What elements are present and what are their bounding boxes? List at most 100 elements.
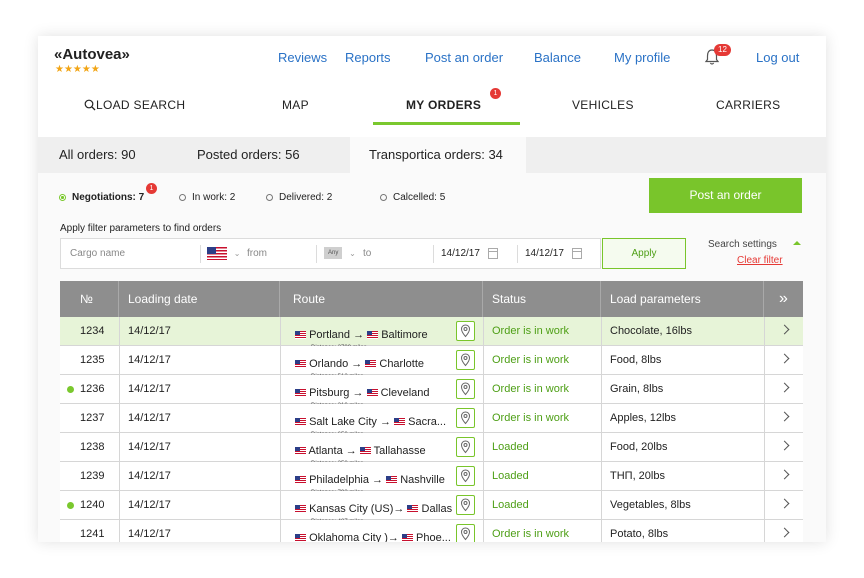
expand-columns-icon[interactable]: » <box>764 281 803 317</box>
table-row[interactable]: 1241 14/12/17 Oklahoma City )→ Phoe...Dis… <box>60 520 803 542</box>
date-from-input[interactable]: 14/12/17 <box>441 239 498 268</box>
subtab-all-orders[interactable]: All orders: 90 <box>59 137 136 173</box>
table-row[interactable]: 1237 14/12/17 Salt Lake City → Sacra...Di… <box>60 404 803 433</box>
chevron-right-icon <box>779 411 790 422</box>
order-number: 1235 <box>80 354 105 366</box>
map-pin-button[interactable] <box>456 524 475 542</box>
table-row[interactable]: 1240 14/12/17 Kansas City (US)→ DallasDis… <box>60 491 803 520</box>
map-pin-button[interactable] <box>456 408 475 428</box>
chevron-down-icon: ⌄ <box>233 249 241 258</box>
tab-my-orders[interactable]: MY ORDERS <box>406 98 481 112</box>
table-row[interactable]: 123414/12/17 Portland → BaltimoreDistanc… <box>60 317 803 346</box>
tab-carriers[interactable]: CARRIERS <box>716 98 780 112</box>
subtab-posted-orders[interactable]: Posted orders: 56 <box>197 137 300 173</box>
loading-date: 14/12/17 <box>128 325 171 337</box>
filter-delivered[interactable]: Delivered: 2 <box>266 192 332 203</box>
nav-balance[interactable]: Balance <box>534 50 581 65</box>
map-pin-button[interactable] <box>456 437 475 457</box>
orders-content: All orders: 90 Posted orders: 56 Transpo… <box>38 137 826 542</box>
loading-date: 14/12/17 <box>128 412 171 424</box>
route-cell: Kansas City (US)→ DallasDistance: 487 mi… <box>280 491 483 520</box>
col-load-parameters: Load parameters <box>601 281 764 317</box>
row-expand-button[interactable] <box>764 462 803 491</box>
map-pin-icon <box>460 324 471 338</box>
divider <box>433 245 434 263</box>
table-row[interactable]: 123514/12/17 Orlando → CharlotteDistance… <box>60 346 803 375</box>
us-flag-icon <box>207 246 227 260</box>
route-destination: Sacra... <box>408 416 447 428</box>
table-header: № Loading date Route Status Load paramet… <box>60 281 803 317</box>
tab-map[interactable]: MAP <box>282 98 309 112</box>
table-row[interactable]: 123814/12/17 Atlanta → TallahasseDistanc… <box>60 433 803 462</box>
date-to-input[interactable]: 14/12/17 <box>525 239 582 268</box>
map-pin-icon <box>460 411 471 425</box>
calendar-icon <box>487 247 498 259</box>
divider <box>483 404 484 433</box>
table-row[interactable]: 1239 14/12/17 Philadelphia → NashvilleDis… <box>60 462 803 491</box>
row-expand-button[interactable] <box>764 404 803 433</box>
post-order-button[interactable]: Post an order <box>649 178 802 213</box>
load-parameters: Potato, 8lbs <box>610 528 669 540</box>
row-expand-button[interactable] <box>764 317 803 346</box>
nav-reports[interactable]: Reports <box>345 50 391 65</box>
date-from-value: 14/12/17 <box>441 248 480 259</box>
divider <box>601 404 602 433</box>
cargo-name-input[interactable]: Cargo name <box>70 239 125 268</box>
logo: «Autovea» <box>54 46 130 63</box>
row-expand-button[interactable] <box>764 491 803 520</box>
order-number: 1237 <box>80 412 105 424</box>
route-destination: Charlotte <box>379 358 425 370</box>
row-expand-button[interactable] <box>764 520 803 542</box>
nav-post-order[interactable]: Post an order <box>425 50 503 65</box>
row-expand-button[interactable] <box>764 346 803 375</box>
divider <box>483 491 484 520</box>
map-pin-button[interactable] <box>456 466 475 486</box>
divider <box>483 520 484 542</box>
route-distance: Distance: 793 miles <box>311 479 363 491</box>
divider <box>601 375 602 404</box>
route-cell: Oklahoma City )→ Phoe...Distance: 957 mi… <box>280 520 483 542</box>
apply-button[interactable]: Apply <box>602 238 686 269</box>
logout-link[interactable]: Log out <box>756 50 799 65</box>
chevron-right-icon <box>779 498 790 509</box>
subtab-transportica-orders[interactable]: Transportica orders: 34 <box>369 137 503 173</box>
loading-date: 14/12/17 <box>128 354 171 366</box>
map-pin-button[interactable] <box>456 321 475 341</box>
map-pin-button[interactable] <box>456 350 475 370</box>
nav-my-profile[interactable]: My profile <box>614 50 670 65</box>
us-flag-icon <box>295 505 306 514</box>
row-expand-button[interactable] <box>764 375 803 404</box>
table-row[interactable]: 123614/12/17 Pitsburg → ClevelandDistanc… <box>60 375 803 404</box>
chevron-right-icon <box>779 527 790 538</box>
map-pin-button[interactable] <box>456 495 475 515</box>
tab-vehicles[interactable]: VEHICLES <box>572 98 634 112</box>
filter-negotiations[interactable]: Negotiations: 7 <box>59 192 144 203</box>
filter-delivered-label: Delivered: 2 <box>279 192 333 203</box>
divider <box>119 317 120 346</box>
new-message-dot <box>67 502 74 509</box>
map-pin-icon <box>460 469 471 483</box>
search-settings-toggle[interactable]: Search settings <box>708 239 777 250</box>
row-expand-button[interactable] <box>764 433 803 462</box>
map-pin-button[interactable] <box>456 379 475 399</box>
country-to-select[interactable]: Any ⌄ <box>324 239 356 268</box>
clear-filter-link[interactable]: Clear filter <box>737 255 783 266</box>
us-flag-icon <box>295 360 306 369</box>
filter-cancelled[interactable]: Calcelled: 5 <box>380 192 445 203</box>
route-cell: Philadelphia → NashvilleDistance: 793 mi… <box>280 462 483 491</box>
caret-up-icon[interactable] <box>793 241 801 245</box>
to-input[interactable]: to <box>363 239 371 268</box>
load-parameters: Vegetables, 8lbs <box>610 499 691 511</box>
tab-load-search[interactable]: LOAD SEARCH <box>84 98 185 112</box>
nav-reviews[interactable]: Reviews <box>278 50 327 65</box>
route-destination: Baltimore <box>381 329 428 341</box>
us-flag-icon <box>366 389 378 398</box>
loading-date: 14/12/17 <box>128 528 171 540</box>
map-pin-icon <box>460 353 471 367</box>
filter-in-work[interactable]: In work: 2 <box>179 192 235 203</box>
us-flag-icon <box>407 505 419 514</box>
route-destination: Tallahasse <box>373 445 426 457</box>
country-from-select[interactable]: ⌄ <box>207 239 240 268</box>
from-input[interactable]: from <box>247 239 267 268</box>
divider <box>119 462 120 491</box>
